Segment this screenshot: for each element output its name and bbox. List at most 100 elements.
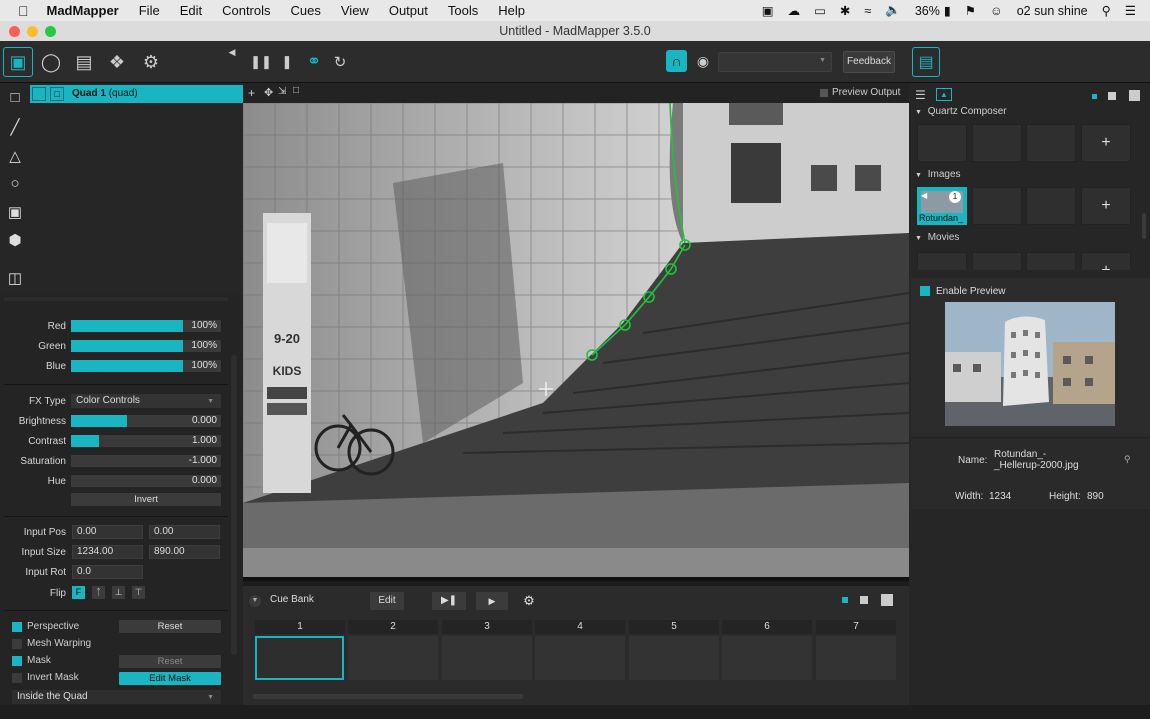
cue-settings-gear-icon[interactable]: ⚙: [517, 592, 541, 610]
cue-slot[interactable]: [816, 636, 896, 680]
cue-column-1[interactable]: 1: [255, 620, 345, 634]
output-dropdown[interactable]: ▼: [718, 52, 832, 72]
small-thumb-icon[interactable]: [1092, 94, 1097, 99]
media-slot[interactable]: [1026, 252, 1076, 270]
cue-column-5[interactable]: 5: [629, 620, 719, 634]
menu-edit[interactable]: Edit: [180, 3, 202, 18]
cue-slot[interactable]: [348, 636, 438, 680]
quartz-composer-section[interactable]: ▼ Quartz Composer: [909, 104, 1150, 120]
view-small-icon[interactable]: [842, 597, 848, 603]
perspective-reset-button[interactable]: Reset: [119, 620, 221, 633]
cue-column-4[interactable]: 4: [535, 620, 625, 634]
add-quad-icon[interactable]: □: [5, 89, 25, 109]
add-media-button[interactable]: +: [1081, 252, 1131, 270]
large-thumb-icon[interactable]: [1129, 90, 1140, 101]
visibility-icon[interactable]: [32, 87, 46, 101]
screen-record-icon[interactable]: ▣: [762, 3, 774, 18]
add-media-button[interactable]: +: [1081, 124, 1131, 162]
menu-output[interactable]: Output: [389, 3, 428, 18]
saturation-slider[interactable]: -1.000: [71, 455, 221, 467]
add-line-icon[interactable]: ╱: [5, 118, 25, 138]
user-icon[interactable]: ☺: [990, 4, 1003, 18]
green-slider[interactable]: 100%: [71, 340, 221, 352]
contrast-slider[interactable]: 1.000: [71, 435, 221, 447]
close-window-button[interactable]: [9, 26, 20, 37]
image-tab-icon[interactable]: ▲: [936, 88, 952, 101]
cue-edit-button[interactable]: Edit: [370, 592, 404, 610]
add-media-button[interactable]: +: [1081, 187, 1131, 225]
fx-type-select[interactable]: Color Controls ▼: [71, 394, 221, 408]
preview-output-checkbox[interactable]: [820, 89, 828, 97]
cloud-icon[interactable]: ☁: [788, 3, 801, 18]
media-slot[interactable]: [972, 124, 1022, 162]
pause-button[interactable]: ❚❚: [248, 47, 274, 77]
brightness-slider[interactable]: 0.000: [71, 415, 221, 427]
cubes-icon[interactable]: ❖: [102, 47, 132, 77]
media-slot[interactable]: [917, 124, 967, 162]
menu-cues[interactable]: Cues: [291, 3, 321, 18]
enable-preview-checkbox[interactable]: [920, 286, 930, 296]
input-pos-y-field[interactable]: 0.00: [149, 525, 220, 539]
medium-thumb-icon[interactable]: [1108, 92, 1116, 100]
mask-checkbox[interactable]: [12, 656, 22, 666]
app-menu[interactable]: MadMapper: [47, 3, 119, 18]
play-pause-cue-icon[interactable]: ▶❚: [432, 592, 466, 610]
cue-slot[interactable]: [255, 636, 344, 680]
spotlight-icon[interactable]: ⚲: [1102, 3, 1111, 18]
document-icon[interactable]: ▤: [912, 47, 940, 77]
media-canvas[interactable]: 9-20 KIDS: [243, 103, 909, 578]
menu-file[interactable]: File: [139, 3, 160, 18]
input-size-w-field[interactable]: 1234.00: [72, 545, 143, 559]
cue-column-2[interactable]: 2: [348, 620, 438, 634]
mask-reset-button[interactable]: Reset: [119, 655, 221, 668]
lightbulb-icon[interactable]: ◯: [36, 47, 66, 77]
play-mode-button[interactable]: ⚭: [301, 47, 327, 77]
view-medium-icon[interactable]: [860, 596, 868, 604]
flip-vertical-button[interactable]: ⊥: [112, 586, 125, 599]
wifi-icon[interactable]: ≈: [864, 4, 871, 18]
notification-icon[interactable]: ☰: [1125, 3, 1136, 18]
menu-controls[interactable]: Controls: [222, 3, 270, 18]
left-panel-scrollbar[interactable]: [231, 355, 237, 655]
flip-horizontal-button[interactable]: ᛏ: [92, 586, 105, 599]
volume-icon[interactable]: 🔈: [885, 3, 901, 18]
display-icon[interactable]: ▭: [814, 3, 826, 18]
select-icon[interactable]: □: [293, 85, 299, 96]
user-name[interactable]: o2 sun shine: [1017, 4, 1088, 18]
cue-slot[interactable]: [442, 636, 532, 680]
search-icon[interactable]: ⚲: [1124, 454, 1131, 465]
images-section[interactable]: ▼ Images: [909, 167, 1150, 183]
fit-icon[interactable]: ⇲: [278, 86, 286, 97]
flip-none-button[interactable]: F: [72, 586, 85, 599]
cue-horizontal-scrollbar[interactable]: [253, 694, 523, 699]
add-mask-icon[interactable]: ▣: [5, 203, 25, 223]
add-icon[interactable]: +: [248, 86, 255, 100]
magnet-button[interactable]: ∩: [666, 50, 687, 72]
feedback-button[interactable]: Feedback: [843, 51, 895, 73]
menu-view[interactable]: View: [341, 3, 369, 18]
preview-arrow-icon[interactable]: ◀: [921, 191, 927, 200]
flag-icon[interactable]: ⚑: [965, 3, 976, 18]
edit-mask-button[interactable]: Edit Mask: [119, 672, 221, 685]
cue-slot[interactable]: [629, 636, 719, 680]
cue-column-3[interactable]: 3: [442, 620, 532, 634]
blue-slider[interactable]: 100%: [71, 360, 221, 372]
media-slot[interactable]: [1026, 187, 1076, 225]
surface-mode-icon[interactable]: ▣: [3, 47, 33, 77]
cue-column-6[interactable]: 6: [722, 620, 812, 634]
image-thumbnail-selected[interactable]: ◀ 1 Rotundan_: [917, 187, 967, 225]
media-slot[interactable]: [1026, 124, 1076, 162]
movies-section[interactable]: ▼ Movies: [909, 230, 1150, 246]
media-slot[interactable]: [917, 252, 967, 270]
menu-help[interactable]: Help: [498, 3, 525, 18]
battery-icon[interactable]: ▮: [944, 3, 951, 18]
add-3d-object-icon[interactable]: ⬢: [5, 231, 25, 251]
cue-column-7[interactable]: 7: [816, 620, 896, 634]
invert-mask-checkbox[interactable]: [12, 673, 22, 683]
layer-row-quad-1[interactable]: □ Quad 1 (quad): [30, 85, 243, 103]
add-circle-icon[interactable]: ○: [5, 175, 25, 195]
apple-icon[interactable]: : [18, 3, 29, 19]
media-scrollbar[interactable]: [1142, 213, 1146, 239]
flip-both-button[interactable]: ⊤: [132, 586, 145, 599]
perspective-checkbox[interactable]: [12, 622, 22, 632]
